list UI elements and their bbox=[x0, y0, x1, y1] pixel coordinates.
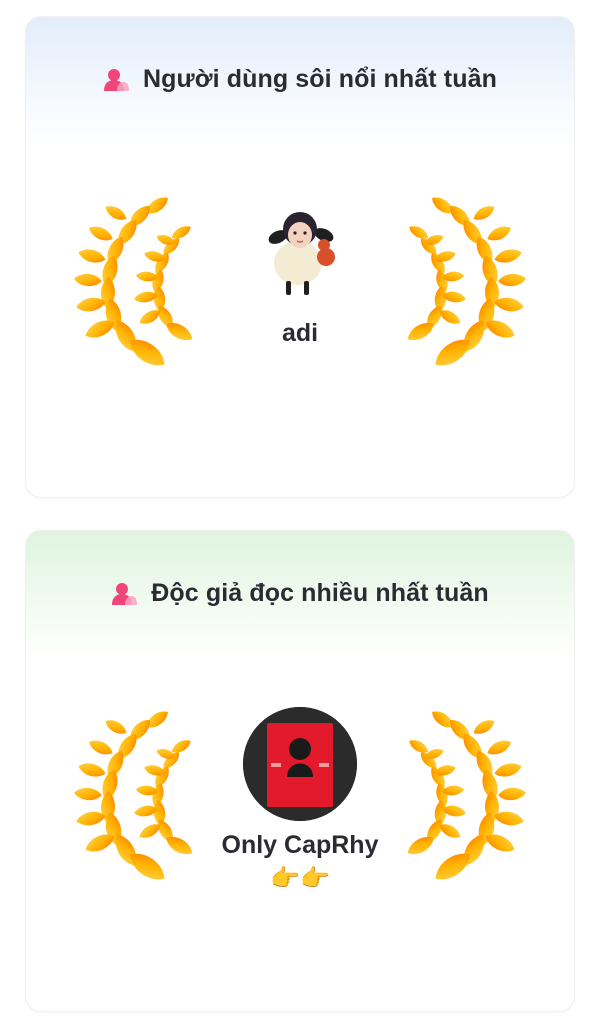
avatar[interactable] bbox=[250, 199, 350, 299]
avatar[interactable] bbox=[243, 707, 357, 821]
user-icon bbox=[112, 582, 138, 605]
laurel-left-icon bbox=[74, 187, 204, 377]
card-title: Độc giả đọc nhiều nhất tuần bbox=[151, 579, 489, 607]
user-icon bbox=[104, 68, 130, 91]
laurel-right-icon bbox=[396, 187, 526, 377]
pointing-hands-icon: 👉👉 bbox=[270, 864, 330, 892]
user-name[interactable]: adi bbox=[26, 319, 574, 348]
card-header: Độc giả đọc nhiều nhất tuần bbox=[26, 579, 574, 608]
card-header: Người dùng sôi nổi nhất tuần bbox=[26, 65, 574, 94]
weekly-top-reader-card: Độc giả đọc nhiều nhất tuần Only CapRhy … bbox=[25, 530, 575, 1012]
weekly-active-user-card: Người dùng sôi nổi nhất tuần adi bbox=[25, 16, 575, 498]
card-title: Người dùng sôi nổi nhất tuần bbox=[143, 65, 497, 93]
user-name[interactable]: Only CapRhy bbox=[26, 831, 574, 860]
